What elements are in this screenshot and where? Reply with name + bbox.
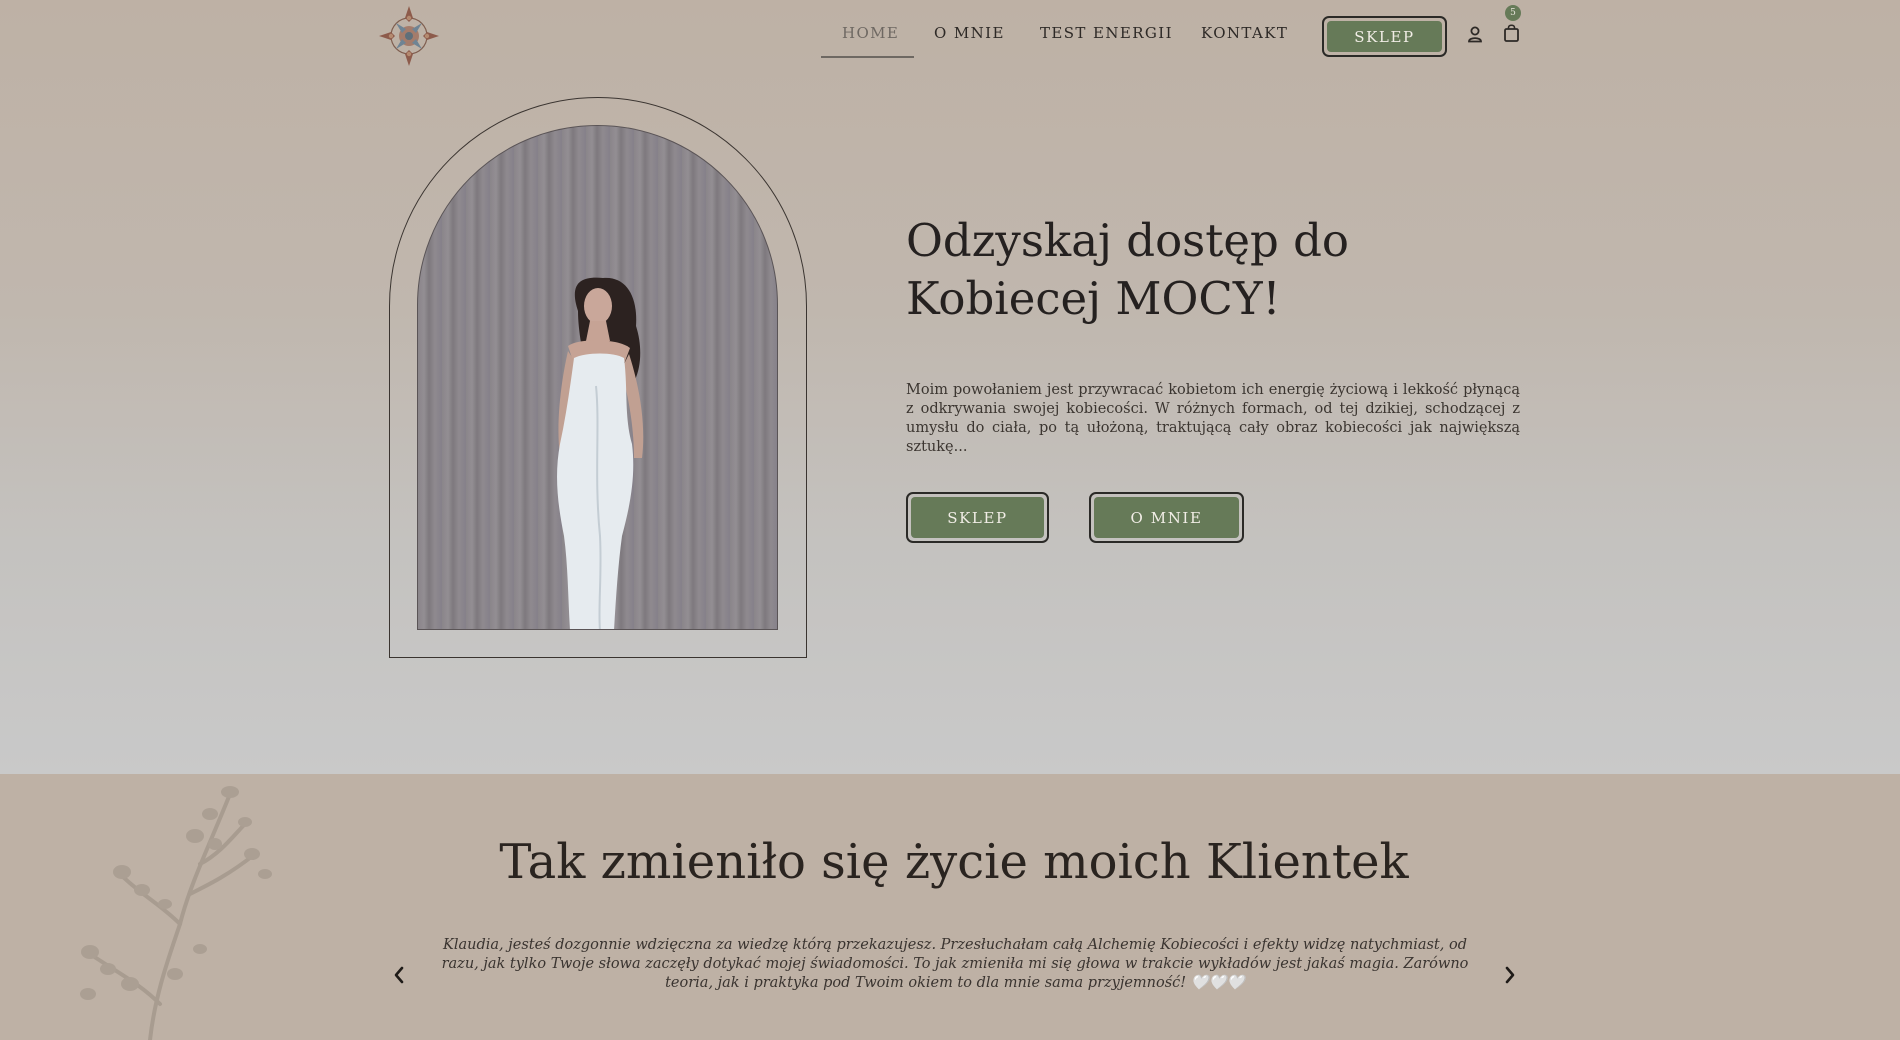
shopping-bag-icon[interactable]	[1503, 23, 1520, 42]
nav-active-underline	[821, 56, 914, 58]
hero-shop-button[interactable]: SKLEP	[906, 492, 1049, 543]
nav-item-kontakt[interactable]: KONTAKT	[1201, 24, 1288, 42]
chevron-left-icon[interactable]	[392, 965, 406, 985]
logo-mandala-icon[interactable]	[370, 3, 450, 67]
hero-shop-button-label: SKLEP	[911, 497, 1044, 538]
nav-item-home[interactable]: HOME	[842, 24, 899, 42]
nav-shop-button-label: SKLEP	[1327, 21, 1442, 52]
hero-about-button[interactable]: O MNIE	[1089, 492, 1244, 543]
hero-photo	[417, 125, 778, 630]
top-navigation: HOME O MNIE TEST ENERGII KONTAKT SKLEP 5	[0, 0, 1900, 70]
chevron-right-icon[interactable]	[1503, 965, 1517, 985]
decorative-branch-icon	[80, 786, 272, 1040]
nav-item-o-mnie[interactable]: O MNIE	[934, 24, 1005, 42]
nav-item-test-energii[interactable]: TEST ENERGII	[1040, 24, 1173, 42]
hero-about-button-label: O MNIE	[1094, 497, 1239, 538]
hero-title: Odzyskaj dostęp do Kobiecej MOCY!	[906, 214, 1349, 325]
nav-shop-button[interactable]: SKLEP	[1322, 16, 1447, 57]
testimonial-quote: Klaudia, jesteś dozgonnie wdzięczna za w…	[441, 937, 1469, 991]
cart-count-badge: 5	[1505, 5, 1521, 21]
user-icon[interactable]	[1467, 26, 1483, 43]
testimonials-section: Tak zmieniło się życie moich Klientek Kl…	[0, 774, 1900, 1040]
woman-in-white-dress-image	[557, 277, 644, 629]
hero-description: Moim powołaniem jest przywracać kobietom…	[906, 382, 1520, 455]
testimonials-title: Tak zmieniło się życie moich Klientek	[499, 834, 1409, 890]
